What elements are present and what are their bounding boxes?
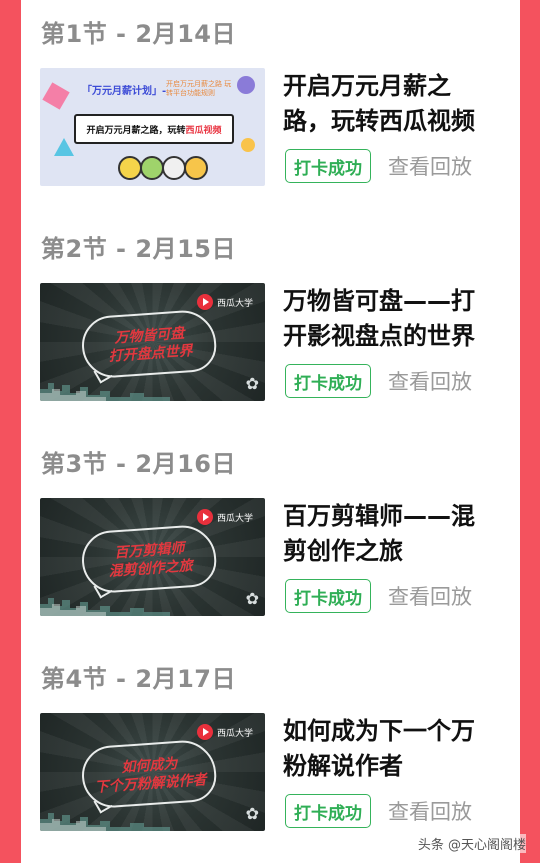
brand-name: 西瓜大学 [216, 298, 253, 309]
decor-shape [241, 138, 255, 152]
decor-shape [42, 82, 70, 110]
video-thumbnail[interactable]: 西瓜大学 如何成为 下个万粉解说作者 ✿ [40, 713, 265, 831]
course-section-3: 第3节 - 2月16日 西瓜大学 百万剪辑师 混剪创作之旅 ✿ 百万剪辑师——混… [21, 430, 520, 645]
video-thumbnail[interactable]: 「万元月薪计划」- 开启万元月薪之路 玩转平台功能规则 开启万元月薪之路，玩转西… [40, 68, 265, 186]
section-date-title: 第4节 - 2月17日 [41, 665, 236, 693]
thumbnail-banner-highlight: 西瓜视频 [185, 125, 222, 136]
flower-icon: ✿ [245, 589, 259, 608]
video-thumbnail[interactable]: 西瓜大学 万物皆可盘 打开盘点世界 ✿ [40, 283, 265, 401]
checkin-success-button[interactable]: 打卡成功 [285, 149, 371, 183]
cartoon-face-icon [118, 156, 142, 180]
cartoon-face-icon [184, 156, 208, 180]
xigua-university-logo: 西瓜大学 [196, 293, 253, 311]
course-title[interactable]: 如何成为下一个万粉解说作者 [283, 714, 488, 784]
flower-icon: ✿ [245, 374, 259, 393]
course-title[interactable]: 百万剪辑师——混剪创作之旅 [283, 499, 488, 569]
section-date-title: 第2节 - 2月15日 [41, 235, 236, 263]
city-skyline-icon [40, 598, 170, 616]
play-icon [196, 724, 213, 740]
course-section-4: 第4节 - 2月17日 西瓜大学 如何成为 下个万粉解说作者 ✿ 如何成为下一个… [21, 645, 520, 860]
cartoon-face-icon [162, 156, 186, 180]
thumbnail-banner: 开启万元月薪之路，玩转 西瓜视频 [74, 114, 234, 144]
decor-shape [237, 76, 255, 94]
course-section-2: 第2节 - 2月15日 西瓜大学 万物皆可盘 打开盘点世界 ✿ 万物皆可盘——打… [21, 215, 520, 430]
thumbnail-banner-main: 开启万元月薪之路，玩转 [86, 125, 186, 136]
flower-icon: ✿ [245, 804, 259, 823]
course-list-panel: 第1节 - 2月14日 「万元月薪计划」- 开启万元月薪之路 玩转平台功能规则 … [21, 0, 520, 863]
play-icon [196, 294, 213, 310]
brand-name: 西瓜大学 [216, 513, 253, 524]
view-replay-link[interactable]: 查看回放 [388, 151, 472, 181]
video-thumbnail[interactable]: 西瓜大学 百万剪辑师 混剪创作之旅 ✿ [40, 498, 265, 616]
view-replay-link[interactable]: 查看回放 [388, 366, 472, 396]
section-date-title: 第1节 - 2月14日 [41, 20, 236, 48]
xigua-university-logo: 西瓜大学 [196, 723, 253, 741]
brand-name: 西瓜大学 [216, 728, 253, 739]
thumbnail-subtitle: 开启万元月薪之路 玩转平台功能规则 [166, 80, 232, 97]
decor-shape [54, 138, 74, 156]
course-title[interactable]: 开启万元月薪之路，玩转西瓜视频 [283, 69, 488, 139]
xigua-university-logo: 西瓜大学 [196, 508, 253, 526]
city-skyline-icon [40, 383, 170, 401]
thumbnail-tag: 「万元月薪计划」- [82, 86, 167, 97]
checkin-success-button[interactable]: 打卡成功 [285, 794, 371, 828]
watermark: 头条 @天心阁阁楼 [417, 834, 526, 853]
cartoon-face-icon [140, 156, 164, 180]
checkin-success-button[interactable]: 打卡成功 [285, 579, 371, 613]
view-replay-link[interactable]: 查看回放 [388, 796, 472, 826]
checkin-success-button[interactable]: 打卡成功 [285, 364, 371, 398]
play-icon [196, 509, 213, 525]
section-date-title: 第3节 - 2月16日 [41, 450, 236, 478]
course-section-1: 第1节 - 2月14日 「万元月薪计划」- 开启万元月薪之路 玩转平台功能规则 … [21, 0, 520, 215]
course-title[interactable]: 万物皆可盘——打开影视盘点的世界 [283, 284, 488, 354]
view-replay-link[interactable]: 查看回放 [388, 581, 472, 611]
city-skyline-icon [40, 813, 170, 831]
